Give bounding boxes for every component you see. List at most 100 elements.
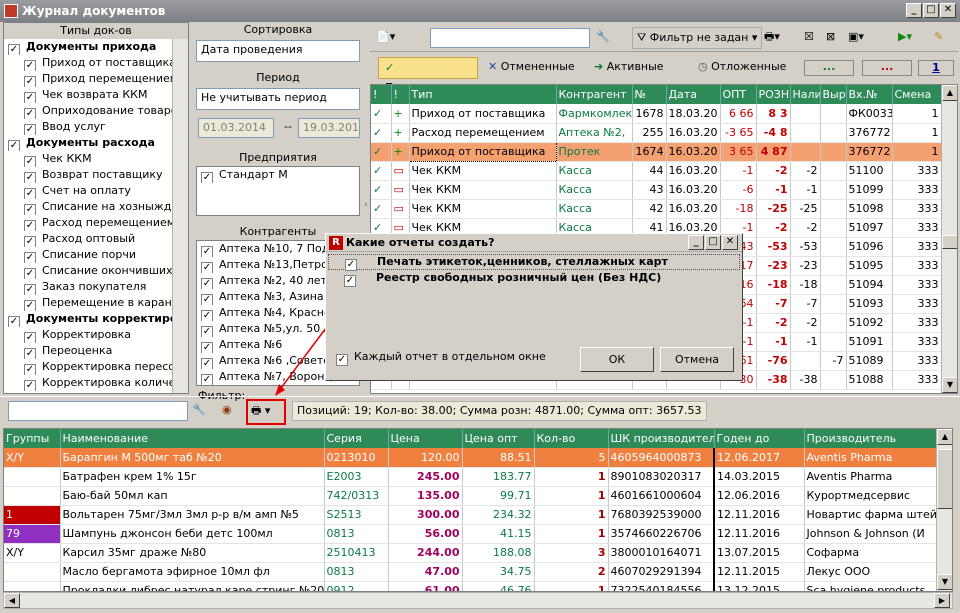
doc-type-item[interactable]: ✓ Корректировка количества — [4, 375, 172, 391]
doc-row[interactable]: ✓ ▭ Чек ККМ Касса 42 16.03.20 -18 -25 -25 51098 33… — [371, 199, 942, 219]
doc-column-header[interactable]: РОЗН — [756, 85, 791, 104]
doc-type-item[interactable]: ✓ Документы расхода — [4, 135, 172, 151]
doc-row[interactable]: ✓ ▭ Чек ККМ Касса 44 16.03.20 -1 -2 -2 51100 333 — [371, 161, 942, 181]
doc-type-item[interactable]: ✓ Оприходование товаров — [4, 103, 172, 119]
checkbox[interactable]: ✓ — [8, 44, 20, 55]
doc-type-item[interactable]: ✓ Списание порчи — [4, 247, 172, 263]
dialog-maximize-button[interactable]: □ — [705, 235, 721, 250]
item-column-header[interactable]: ШК производител — [608, 429, 715, 448]
items-print-button[interactable]: 🖶 ▾ — [246, 399, 286, 425]
doc-row[interactable]: ✓ + Приход от поставщика Протек 1674 16.03.20… — [371, 141, 942, 162]
each-separate-option[interactable]: ✓ Каждый отчет в отдельном окне — [336, 350, 546, 366]
hscroll-right-icon[interactable]: ▶ — [934, 593, 950, 608]
item-row[interactable]: Масло бергамота эфирное 10мл фл 0813 47.00… — [4, 562, 937, 582]
report-2-checkbox[interactable]: ✓ — [344, 275, 356, 287]
doc-type-item[interactable]: ✓ Расход оптовый — [4, 231, 172, 247]
nav-link-2[interactable]: ... — [862, 60, 912, 76]
tab-canceled[interactable]: ✕ Отмененные — [488, 57, 575, 77]
dialog-ok-button[interactable]: ОК — [580, 347, 654, 372]
dialog-minimize-button[interactable]: _ — [688, 235, 704, 250]
checkbox[interactable]: ✓ — [24, 188, 36, 199]
sort-select[interactable]: Дата проведения — [196, 40, 360, 62]
item-row[interactable]: 79 Шампунь джонсон беби детс 100мл 0813 56.… — [4, 524, 937, 544]
close-button[interactable]: ✕ — [940, 3, 956, 18]
doc-column-header[interactable]: № — [632, 85, 667, 104]
checkbox[interactable]: ✓ — [24, 204, 36, 215]
checkbox[interactable]: ✓ — [201, 294, 213, 305]
dialog-close-button[interactable]: ✕ — [722, 235, 738, 250]
doc-column-header[interactable]: Дата — [666, 85, 721, 104]
dialog-report-1[interactable]: ✓ Печать этикеток,ценников, стеллажных ка… — [328, 254, 740, 271]
hscroll-left-icon[interactable]: ◀ — [4, 593, 20, 608]
doc-type-item[interactable]: ✓ Перемещение в карантин — [4, 295, 172, 311]
export-icon[interactable]: ⊠ — [826, 27, 835, 49]
checkbox[interactable]: ✓ — [24, 268, 36, 279]
item-column-header[interactable]: Группы — [4, 429, 61, 448]
doc-type-item[interactable]: ✓ Приход от поставщика — [4, 55, 172, 71]
wrench-icon[interactable]: 🔧 — [596, 27, 610, 49]
doc-type-item[interactable]: ✓ Возврат поставщику — [4, 167, 172, 183]
enterprise-item[interactable]: ✓ Стандарт М — [197, 167, 359, 183]
doc-column-header[interactable]: Тип — [409, 85, 557, 104]
item-column-header[interactable]: Цена опт — [462, 429, 535, 448]
item-row[interactable]: Батрафен крем 1% 15г E2003 245.00 183.77 1 89… — [4, 467, 937, 487]
scroll-down-icon[interactable]: ▼ — [942, 377, 957, 393]
doc-type-item[interactable]: ✓ Чек ККМ — [4, 151, 172, 167]
item-row[interactable]: X/Y Карсил 35мг драже №80 2510413 244.00 188… — [4, 543, 937, 563]
checkbox[interactable]: ✓ — [24, 284, 36, 295]
item-column-header[interactable]: Наименование — [60, 429, 325, 448]
doc-type-item[interactable]: ✓ Документы корректиро — [4, 311, 172, 327]
eye-icon[interactable]: ◉ — [222, 400, 232, 422]
doc-column-header[interactable]: ОПТ — [720, 85, 757, 104]
items-hscrollbar[interactable]: ◀ ▶ — [3, 592, 953, 609]
period-from-date[interactable]: 01.03.2014 — [198, 118, 274, 138]
search-input[interactable] — [430, 28, 590, 48]
checkbox[interactable]: ✓ — [201, 172, 213, 183]
doc-column-header[interactable]: Выр — [820, 85, 847, 104]
doc-type-item[interactable]: ✓ Списание окончившихся по с — [4, 263, 172, 279]
splitter-arrow-icon[interactable]: ‹ — [364, 200, 370, 220]
doc-type-item[interactable]: ✓ Переоценка — [4, 343, 172, 359]
doc-column-header[interactable]: ! — [371, 85, 392, 104]
checkbox[interactable]: ✓ — [24, 92, 36, 103]
doc-column-header[interactable]: Нали — [790, 85, 821, 104]
doc-type-item[interactable]: ✓ Документы прихода — [4, 39, 172, 55]
doc-row[interactable]: ✓ + Расход перемещением Аптека №2, 255 16.03.… — [371, 123, 942, 143]
excel-icon[interactable]: ☒ — [804, 27, 814, 49]
tab-posted[interactable]: ✓ Проведенные — [378, 57, 478, 94]
checkbox[interactable]: ✓ — [24, 220, 36, 231]
item-column-header[interactable]: Производитель — [804, 429, 937, 448]
items-scrollbar[interactable]: ▲ ▼ — [936, 429, 952, 591]
minimize-button[interactable]: _ — [906, 3, 922, 18]
doc-type-item[interactable]: ✓ Корректировка — [4, 327, 172, 343]
tab-deferred[interactable]: ◷ Отложенные — [698, 57, 786, 77]
checkbox[interactable]: ✓ — [201, 326, 213, 337]
checkbox[interactable]: ✓ — [24, 236, 36, 247]
doc-type-item[interactable]: ✓ Заказ покупателя — [4, 279, 172, 295]
tab-active[interactable]: ➜ Активные — [594, 57, 664, 77]
documents-scrollbar[interactable]: ▲ ▼ — [941, 85, 957, 393]
nav-link-1[interactable]: ... — [804, 60, 854, 76]
item-column-header[interactable]: Годен до — [714, 429, 805, 448]
checkbox[interactable]: ✓ — [24, 300, 36, 311]
filter-button[interactable]: ⛛ Фильтр не задан ▾ — [632, 27, 763, 49]
run-icon[interactable]: ▶▾ — [898, 27, 912, 49]
doc-type-item[interactable]: ✓ Ввод услуг — [4, 119, 172, 135]
items-scroll-down-icon[interactable]: ▼ — [937, 574, 952, 590]
scroll-up-icon[interactable]: ▲ — [942, 85, 957, 101]
item-column-header[interactable]: Цена — [388, 429, 463, 448]
dialog-cancel-button[interactable]: Отмена — [660, 347, 734, 372]
checkbox[interactable]: ✓ — [201, 342, 213, 353]
checkbox[interactable]: ✓ — [24, 124, 36, 135]
item-row[interactable]: 1 Вольтарен 75мг/3мл 3мл р-р в/м амп №5 S2… — [4, 505, 937, 525]
checkbox[interactable]: ✓ — [201, 374, 213, 385]
period-select[interactable]: Не учитывать период — [196, 88, 360, 110]
period-to-date[interactable]: 19.03.2014 — [298, 118, 360, 138]
doc-column-header[interactable]: Смена — [892, 85, 942, 104]
checkbox[interactable]: ✓ — [201, 358, 213, 369]
print-doc-icon[interactable]: 📄▾ — [376, 27, 414, 49]
settings-icon[interactable]: ✎ — [934, 27, 943, 49]
checkbox[interactable]: ✓ — [24, 364, 36, 375]
items-wrench-icon[interactable]: 🔧 — [192, 400, 206, 422]
checkbox[interactable]: ✓ — [24, 108, 36, 119]
